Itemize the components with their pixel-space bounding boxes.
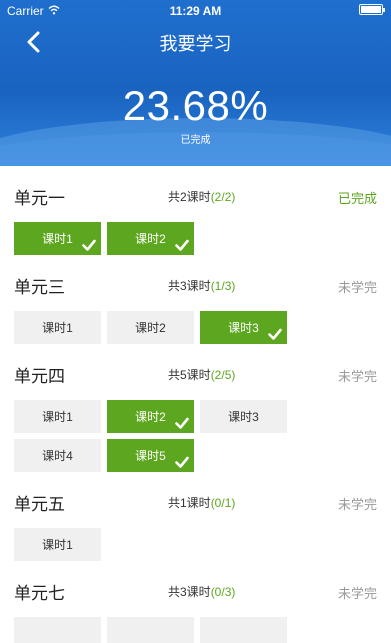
lesson-progress-fraction: (2/5) [210, 368, 236, 382]
lesson-label: 课时3 [228, 410, 259, 424]
lesson-label: 课时1 [42, 232, 73, 246]
lesson-progress-fraction: (0/3) [210, 585, 236, 599]
lesson-label: 课时5 [135, 449, 166, 463]
progress-percent: 23.68% [122, 82, 269, 129]
unit-status: 未学完 [337, 497, 377, 512]
lesson-grid: 课时1 课时2 课时3 [14, 311, 378, 344]
unit-status: 未学完 [337, 280, 377, 295]
lesson-count-text: 共2课时 [168, 190, 211, 204]
unit-lesson-count: 共5课时(2/5) [168, 366, 235, 383]
lesson-grid: 课时1 课时2 [14, 222, 378, 255]
lesson-progress-fraction: (1/3) [210, 279, 236, 293]
unit-status: 未学完 [337, 586, 377, 601]
unit-header: 单元一 共2课时(2/2) 已完成 [14, 184, 377, 210]
unit-status: 已完成 [337, 191, 377, 206]
check-icon [82, 238, 96, 252]
unit-header: 单元三 共3课时(1/3) 未学完 [14, 273, 377, 299]
lesson-button[interactable]: 课时4 [14, 439, 101, 472]
lesson-label: 课时4 [42, 449, 73, 463]
lesson-button[interactable]: 课时3 [200, 311, 287, 344]
check-icon [175, 238, 189, 252]
unit-section: 单元五 共1课时(0/1) 未学完 课时1 [0, 490, 391, 561]
lesson-button[interactable]: 课时3 [200, 400, 287, 433]
lesson-button[interactable]: 课时1 [14, 222, 101, 255]
lesson-progress-fraction: (2/2) [210, 190, 236, 204]
unit-header: 单元七 共3课时(0/3) 未学完 [14, 579, 377, 605]
progress-label: 已完成 [180, 135, 211, 146]
unit-name: 单元一 [14, 189, 65, 208]
lesson-button[interactable]: 课时2 [107, 400, 194, 433]
lesson-button[interactable]: 课时5 [107, 439, 194, 472]
unit-lesson-count: 共2课时(2/2) [168, 188, 235, 205]
lesson-label: 课时1 [42, 410, 73, 424]
unit-name: 单元五 [14, 495, 65, 514]
check-icon [175, 455, 189, 469]
lesson-label: 课时2 [135, 232, 166, 246]
unit-name: 单元三 [14, 278, 65, 297]
lesson-count-text: 共1课时 [168, 496, 211, 510]
lesson-label: 课时3 [228, 321, 259, 335]
status-time: 11:29 AM [169, 4, 222, 18]
unit-section: 单元三 共3课时(1/3) 未学完 课时1 课时2 课时3 [0, 273, 391, 344]
unit-list: 单元一 共2课时(2/2) 已完成 课时1 课时2 单元三 共3课时(1/3) … [0, 166, 391, 643]
battery-icon [359, 4, 385, 15]
unit-name: 单元七 [14, 584, 65, 603]
lesson-label: 课时2 [135, 321, 166, 335]
unit-header: 单元四 共5课时(2/5) 未学完 [14, 362, 377, 388]
check-icon [268, 327, 282, 341]
unit-header: 单元五 共1课时(0/1) 未学完 [14, 490, 377, 516]
unit-name: 单元四 [14, 367, 65, 386]
unit-lesson-count: 共3课时(0/3) [168, 583, 235, 600]
check-icon [175, 416, 189, 430]
status-bar: Carrier 11:29 AM [0, 0, 391, 22]
unit-lesson-count: 共1课时(0/1) [168, 494, 235, 511]
unit-status: 未学完 [337, 369, 377, 384]
unit-lesson-count: 共3课时(1/3) [168, 277, 235, 294]
lesson-button[interactable]: 课时1 [14, 400, 101, 433]
lesson-grid [14, 617, 378, 643]
unit-section: 单元一 共2课时(2/2) 已完成 课时1 课时2 [0, 184, 391, 255]
lesson-button[interactable]: 课时1 [14, 528, 101, 561]
lesson-count-text: 共3课时 [168, 279, 211, 293]
lesson-progress-fraction: (0/1) [210, 496, 236, 510]
unit-section: 单元七 共3课时(0/3) 未学完 [0, 579, 391, 643]
lesson-grid: 课时1 课时2 课时3 课时4 课时5 [14, 400, 378, 472]
unit-section: 单元四 共5课时(2/5) 未学完 课时1 课时2 课时3 课时4 课时5 [0, 362, 391, 472]
lesson-grid: 课时1 [14, 528, 378, 561]
lesson-button[interactable] [14, 617, 101, 643]
lesson-button[interactable]: 课时2 [107, 222, 194, 255]
lesson-button[interactable] [107, 617, 194, 643]
lesson-label: 课时1 [42, 321, 73, 335]
lesson-label: 课时1 [42, 538, 73, 552]
lesson-count-text: 共3课时 [168, 585, 211, 599]
lesson-button[interactable]: 课时2 [107, 311, 194, 344]
lesson-label: 课时2 [135, 410, 166, 424]
lesson-button[interactable] [200, 617, 287, 643]
progress-header: Carrier 11:29 AM 我要学习 23.68% 已完成 [0, 0, 391, 166]
page-title: 我要学习 [159, 34, 232, 54]
lesson-count-text: 共5课时 [168, 368, 211, 382]
lesson-button[interactable]: 课时1 [14, 311, 101, 344]
